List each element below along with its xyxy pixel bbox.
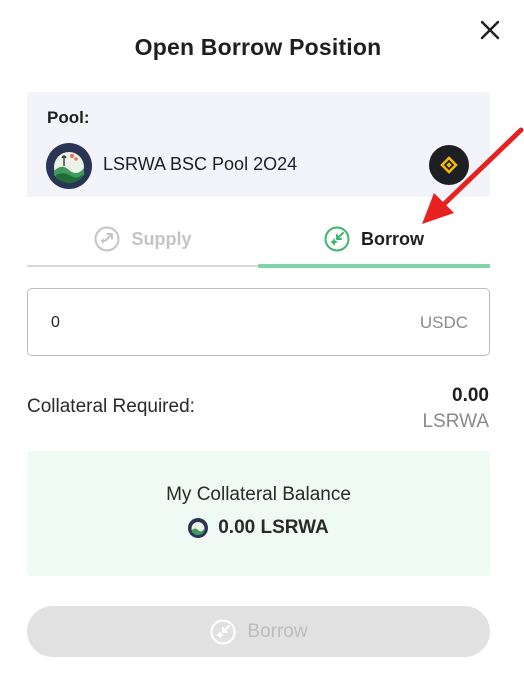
tab-supply[interactable]: Supply: [27, 212, 258, 266]
pool-name: LSRWA BSC Pool 2O24: [103, 154, 298, 174]
amount-field: USDC: [27, 288, 490, 356]
collateral-balance-card: My Collateral Balance 0.00 LSRWA: [27, 451, 490, 576]
pool-label: Pool:: [47, 108, 90, 127]
lsrwa-token-icon: [188, 518, 209, 538]
tab-borrow-label: Borrow: [361, 228, 424, 249]
collateral-required-unit: LSRWA: [422, 411, 489, 432]
amount-unit: USDC: [419, 313, 468, 332]
lsrwa-logo-icon: [46, 143, 92, 189]
borrow-icon: [324, 226, 350, 252]
bnb-chain-icon: [429, 145, 469, 185]
modal-title: Open Borrow Position: [134, 34, 382, 60]
collateral-required-label: Collateral Required:: [27, 396, 195, 417]
collateral-balance-value: 0.00 LSRWA: [218, 517, 329, 538]
tab-active-indicator: [258, 264, 490, 268]
tab-borrow[interactable]: Borrow: [258, 212, 489, 266]
borrow-icon: [210, 619, 236, 644]
collateral-balance-row: 0.00 LSRWA: [27, 517, 490, 539]
borrow-modal: Open Borrow Position Pool: LSRWA BSC Poo…: [0, 0, 524, 697]
position-tabs: Supply Borrow: [27, 212, 490, 268]
collateral-balance-title: My Collateral Balance: [166, 484, 351, 505]
tab-supply-label: Supply: [131, 228, 192, 249]
pool-card: Pool: LSRWA BSC Pool 2O24: [27, 92, 490, 197]
collateral-required-value: 0.00: [452, 385, 489, 406]
supply-icon: [94, 226, 120, 252]
amount-input[interactable]: [49, 305, 383, 341]
borrow-button[interactable]: Borrow: [27, 606, 490, 657]
borrow-button-label: Borrow: [247, 620, 308, 642]
